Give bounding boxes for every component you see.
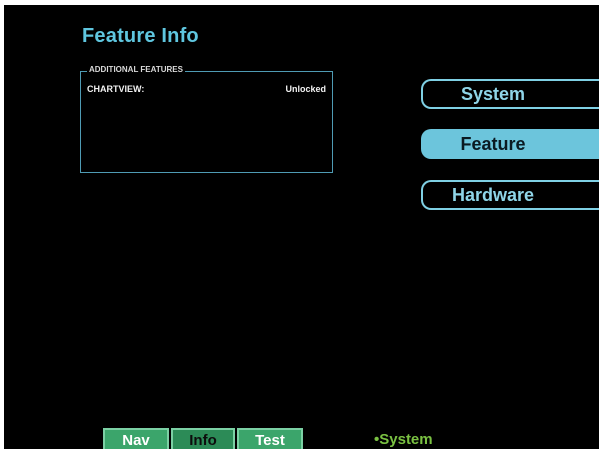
system-button[interactable]: System: [421, 79, 599, 109]
status-indicator: •System: [374, 431, 433, 448]
tab-test[interactable]: Test: [237, 428, 303, 449]
additional-features-legend: ADDITIONAL FEATURES: [87, 64, 185, 76]
tab-nav[interactable]: Nav: [103, 428, 169, 449]
page-title: Feature Info: [82, 25, 199, 47]
feature-status: Unlocked: [285, 84, 326, 94]
feature-name: CHARTVIEW:: [87, 84, 145, 94]
tab-info[interactable]: Info: [171, 428, 235, 449]
hardware-button[interactable]: Hardware: [421, 180, 599, 210]
mfd-screen: Feature Info ADDITIONAL FEATURES CHARTVI…: [4, 5, 599, 449]
feature-button[interactable]: Feature: [421, 129, 599, 159]
additional-features-panel: ADDITIONAL FEATURES CHARTVIEW: Unlocked: [80, 64, 333, 173]
